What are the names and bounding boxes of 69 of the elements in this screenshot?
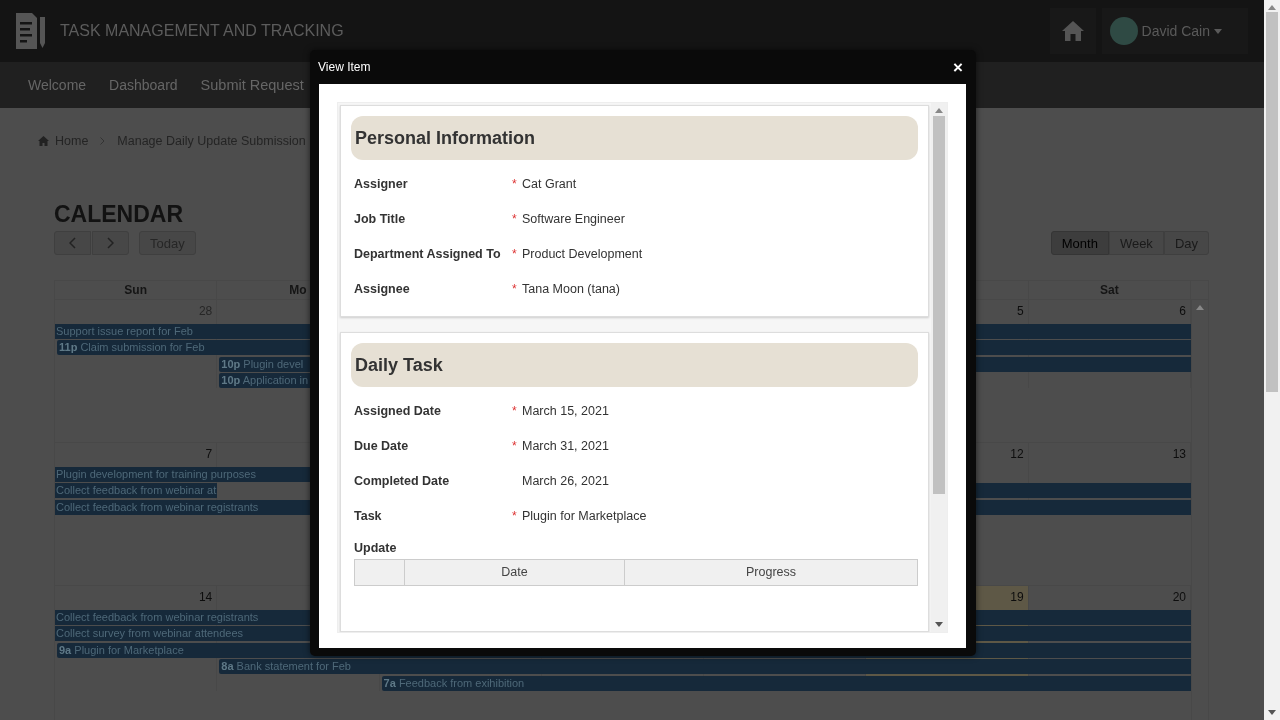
required-mark: * — [512, 508, 518, 523]
field-label: Assigner — [354, 176, 409, 191]
field-label: Task — [354, 508, 383, 523]
user-menu[interactable]: David Cain — [1101, 8, 1248, 54]
field-label: Department Assigned To — [354, 246, 502, 261]
scrollbar-thumb[interactable] — [1266, 12, 1278, 392]
scroll-down-icon[interactable] — [1268, 710, 1276, 716]
home-icon — [38, 136, 49, 146]
chevron-right-icon — [100, 137, 106, 145]
calendar-title: CALENDAR — [54, 200, 184, 228]
calendar-event[interactable]: 7a Feedback from exihibition — [381, 675, 1191, 691]
day-number: 14 — [198, 589, 214, 606]
scroll-down-icon[interactable] — [935, 622, 943, 628]
dialog-title: View Item — [318, 60, 371, 74]
caret-icon — [1214, 28, 1222, 34]
day-number: 20 — [1172, 589, 1187, 606]
section-heading: Daily Task — [351, 343, 918, 387]
avatar-icon — [1109, 17, 1138, 45]
day-number: 5 — [1017, 303, 1025, 320]
weekday-header: Mo — [289, 283, 307, 297]
field-value: Tana Moon (tana) — [522, 281, 620, 296]
chevron-right-icon — [107, 237, 114, 249]
required-mark: * — [512, 176, 518, 191]
home-icon — [1060, 20, 1085, 42]
field-value: Plugin for Marketplace — [522, 508, 647, 523]
column-header: Date — [404, 560, 624, 585]
nav-link[interactable]: Dashboard — [109, 77, 178, 93]
day-number: 7 — [205, 446, 214, 463]
page-scrollbar[interactable] — [1264, 0, 1280, 720]
field-label: Assigned Date — [354, 403, 442, 418]
field-value: Product Development — [522, 246, 643, 261]
scrollbar-thumb[interactable] — [933, 116, 945, 494]
calendar-event[interactable]: 8a Bank statement for Feb — [219, 659, 1191, 674]
nav-link[interactable]: Welcome — [28, 77, 87, 93]
close-button[interactable]: × — [949, 58, 967, 76]
required-mark: * — [512, 403, 518, 418]
day-number: 19 — [1010, 589, 1025, 606]
day-number: 12 — [1010, 446, 1025, 463]
field-label: Update — [353, 540, 398, 557]
field-label: Assignee — [354, 281, 411, 296]
day-number: 13 — [1172, 446, 1187, 463]
home-button[interactable] — [1049, 8, 1096, 54]
calendar-event[interactable]: Collect feedback from webinar at — [55, 483, 218, 498]
field-value: Software Engineer — [522, 211, 625, 226]
previous-button[interactable] — [54, 231, 91, 255]
field-value: Cat Grant — [522, 176, 577, 191]
document-pencil-icon — [16, 13, 46, 49]
scroll-up-icon[interactable] — [1268, 4, 1276, 10]
app-title: TASK MANAGEMENT AND TRACKING — [60, 22, 344, 40]
section-heading: Personal Information — [351, 116, 918, 160]
field-label: Job Title — [354, 211, 407, 226]
day-number: 6 — [1179, 303, 1187, 320]
field-label: Due Date — [354, 438, 410, 453]
view-tab[interactable]: Month — [1050, 231, 1109, 255]
field-label: Completed Date — [354, 473, 451, 488]
weekday-header: Sun — [124, 283, 147, 297]
required-mark: * — [512, 438, 518, 453]
next-button[interactable] — [92, 231, 129, 255]
weekday-header: Sat — [1100, 283, 1119, 297]
scroll-up-icon[interactable] — [1196, 304, 1204, 310]
required-mark: * — [512, 211, 518, 226]
field-value: March 26, 2021 — [522, 473, 609, 488]
required-mark: * — [512, 246, 518, 261]
dialog-scrollbar[interactable] — [931, 103, 947, 632]
chevron-left-icon — [69, 237, 76, 249]
column-header: Progress — [624, 560, 917, 585]
required-mark: * — [512, 281, 518, 296]
field-value: March 15, 2021 — [522, 403, 609, 418]
field-value: March 31, 2021 — [522, 438, 609, 453]
